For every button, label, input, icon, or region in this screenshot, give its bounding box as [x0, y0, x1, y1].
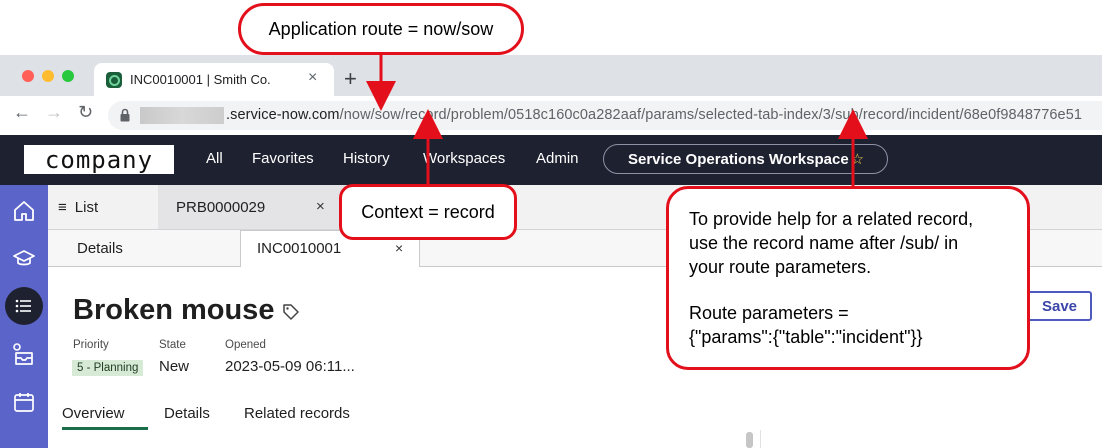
app-header: company All Favorites History Workspaces… [0, 135, 1102, 185]
list-nav-button[interactable] [5, 287, 43, 325]
priority-badge: 5 - Planning [72, 360, 144, 376]
help-line-1: To provide help for a related record, [689, 209, 974, 229]
favicon-icon [106, 72, 122, 88]
url-text[interactable]: .service-now.com/now/sow/record/problem/… [226, 107, 1082, 123]
tab-details[interactable]: Details [164, 405, 210, 422]
workspace-pill[interactable]: Service Operations Workspace ☆ [603, 144, 888, 174]
opened-label: Opened [225, 339, 266, 351]
calendar-icon[interactable] [12, 390, 36, 414]
lock-icon [120, 108, 130, 122]
scrollbar-thumb[interactable] [746, 432, 753, 448]
context-callout-text: Context = record [361, 202, 495, 222]
url-path: /now/sow/record/problem/0518c160c0a282aa… [339, 107, 1083, 123]
back-arrow-icon[interactable]: ← [13, 102, 31, 123]
close-window-button[interactable] [22, 70, 34, 82]
browser-tab-close-icon[interactable]: × [308, 69, 317, 87]
reload-icon[interactable]: ↻ [78, 102, 93, 123]
learning-icon[interactable] [12, 247, 36, 271]
star-icon[interactable]: ☆ [851, 150, 864, 168]
opened-value: 2023-05-09 06:11... [225, 358, 355, 375]
menu-icon: ≡ [58, 199, 67, 216]
browser-tab[interactable]: INC0010001 | Smith Co. × [94, 63, 334, 96]
company-logo[interactable]: company [24, 145, 174, 174]
address-bar[interactable]: .service-now.com/now/sow/record/problem/… [108, 101, 1102, 130]
left-rail [0, 185, 48, 448]
panel-divider [760, 430, 761, 448]
tab-overview[interactable]: Overview [62, 405, 125, 422]
help-line-5: {"params":{"table":"incident"}} [689, 327, 923, 347]
zoom-window-button[interactable] [62, 70, 74, 82]
incident-subtab-label: INC0010001 [257, 240, 342, 257]
url-redacted-host [140, 107, 224, 124]
route-callout-text: Application route = now/sow [268, 19, 494, 39]
related-record-callout: To provide help for a related record, us… [666, 186, 1030, 370]
nav-workspaces[interactable]: Workspaces [423, 150, 505, 167]
state-label: State [159, 339, 186, 351]
url-host: .service-now.com [226, 107, 340, 123]
route-callout: Application route = now/sow [238, 3, 524, 55]
forward-arrow-icon[interactable]: → [45, 102, 63, 123]
save-button[interactable]: Save [1027, 291, 1092, 321]
nav-admin[interactable]: Admin [536, 150, 579, 167]
context-callout: Context = record [339, 184, 517, 240]
record-content [48, 430, 1102, 448]
workspace-pill-label: Service Operations Workspace [628, 150, 849, 168]
record-tabs: Overview Details Related records [48, 398, 1102, 431]
help-line-2: use the record name after /sub/ in [689, 233, 959, 253]
problem-tab-close-icon[interactable]: × [316, 198, 325, 215]
list-icon [15, 299, 31, 313]
record-title: Broken mouse [73, 294, 275, 326]
incident-subtab-close-icon[interactable]: × [395, 240, 403, 256]
tag-icon[interactable] [282, 303, 300, 321]
priority-label: Priority [73, 339, 109, 351]
details-subtab[interactable]: Details [77, 240, 123, 257]
inbox-icon[interactable] [12, 343, 36, 367]
minimize-window-button[interactable] [42, 70, 54, 82]
nav-history[interactable]: History [343, 150, 390, 167]
help-line-4: Route parameters = [689, 303, 849, 323]
help-line-3: your route parameters. [689, 257, 872, 277]
tab-related-records[interactable]: Related records [244, 405, 350, 422]
state-value: New [159, 358, 190, 375]
new-tab-button[interactable]: + [344, 66, 357, 92]
problem-tab-label: PRB0000029 [176, 199, 266, 216]
home-icon[interactable] [12, 199, 36, 223]
browser-tab-title: INC0010001 | Smith Co. [130, 72, 271, 87]
nav-favorites[interactable]: Favorites [252, 150, 314, 167]
list-tab-label: List [74, 199, 99, 216]
list-tab[interactable]: ≡ List [58, 199, 98, 216]
nav-all[interactable]: All [206, 150, 223, 167]
